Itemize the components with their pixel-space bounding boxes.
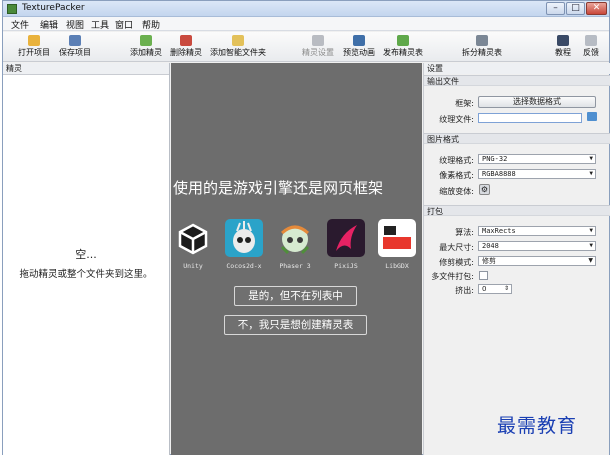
publish-sprite-sheet-button[interactable]: 发布精灵表: [381, 34, 425, 60]
close-button[interactable]: ✕: [586, 2, 607, 15]
add-smart-folder-icon: [232, 35, 244, 46]
framework-label: 框架:: [455, 99, 474, 108]
empty-hint: 拖动精灵或整个文件夹到这里。: [19, 269, 153, 280]
feedback-button[interactable]: 反馈: [579, 34, 603, 60]
answer-no-just-sprite-sheet-button[interactable]: 不，我只是想创建精灵表: [224, 315, 367, 335]
engine-pixijs[interactable]: PixiJS: [326, 219, 366, 270]
browse-folder-icon[interactable]: [587, 112, 597, 121]
chevron-down-icon: ▼: [588, 257, 593, 264]
menu-view[interactable]: 视图: [66, 18, 84, 31]
chevron-down-icon: ▼: [589, 155, 593, 162]
empty-title: 空...: [75, 248, 97, 261]
scale-variants-label: 缩放变体:: [439, 187, 474, 196]
watermark-logo: 最需教育: [497, 415, 578, 437]
engine-cocos2d-x[interactable]: Cocos2d-x: [224, 219, 264, 270]
spinner-arrows-icon: ⇕: [503, 285, 509, 292]
texture-file-label: 纹理文件:: [439, 115, 474, 124]
menu-file[interactable]: 文件: [11, 18, 29, 31]
menu-bar: 文件 编辑 视图 工具 窗口 帮助: [3, 17, 609, 31]
gear-icon[interactable]: ⚙: [479, 184, 490, 195]
maximize-button[interactable]: □: [566, 2, 585, 15]
preview-animation-button[interactable]: 预览动画: [342, 34, 376, 60]
split-sheet-icon: [476, 35, 488, 46]
app-icon: [7, 4, 17, 14]
extrude-spinbox[interactable]: 0 ⇕: [478, 284, 512, 294]
choose-data-format-button[interactable]: 选择数据格式: [478, 96, 596, 108]
minimize-button[interactable]: –: [546, 2, 565, 15]
add-sprite-icon: [140, 35, 152, 46]
engine-unity[interactable]: Unity: [173, 219, 213, 270]
engine-libgdx[interactable]: LibGDX: [377, 219, 417, 270]
menu-window[interactable]: 窗口: [115, 18, 133, 31]
trim-mode-select[interactable]: 修剪 ▼: [478, 256, 596, 266]
pixel-format-select[interactable]: RGBA8888 ▼: [478, 169, 596, 179]
window-title: TexturePacker: [22, 3, 85, 13]
toolbar: 打开项目 保存项目 添加精灵 删除精灵 添加智能文件夹 精灵设置 预览动画 发布…: [3, 32, 609, 62]
image-format-header[interactable]: 图片格式: [424, 133, 610, 144]
engine-question: 使用的是游戏引擎还是网页框架: [173, 179, 384, 197]
unity-logo-icon: [178, 223, 208, 255]
multipack-checkbox[interactable]: [479, 271, 488, 280]
menu-help[interactable]: 帮助: [142, 18, 160, 31]
output-files-header[interactable]: 输出文件: [424, 75, 610, 86]
texture-format-select[interactable]: PNG-32 ▼: [478, 154, 596, 164]
answer-yes-not-listed-button[interactable]: 是的，但不在列表中: [234, 286, 357, 306]
tutorial-icon: [557, 35, 569, 46]
title-bar: TexturePacker – □ ✕: [3, 1, 609, 17]
menu-tools[interactable]: 工具: [91, 18, 109, 31]
remove-sprites-button[interactable]: 删除精灵: [169, 34, 203, 60]
split-sprite-sheet-button[interactable]: 拆分精灵表: [460, 34, 504, 60]
tutorial-button[interactable]: 教程: [552, 34, 574, 60]
menu-edit[interactable]: 编辑: [40, 18, 58, 31]
sprites-panel-header: 精灵: [3, 63, 169, 75]
add-sprites-button[interactable]: 添加精灵: [129, 34, 163, 60]
chevron-down-icon: ▼: [589, 227, 593, 234]
sprite-settings-button[interactable]: 精灵设置: [301, 34, 335, 60]
app-window: TexturePacker – □ ✕ 文件 编辑 视图 工具 窗口 帮助 打开…: [2, 0, 610, 455]
texture-file-input[interactable]: [478, 113, 582, 123]
texture-format-label: 纹理格式:: [439, 156, 474, 165]
pixijs-logo-icon: [327, 219, 365, 257]
pixel-format-label: 像素格式:: [439, 171, 474, 180]
packing-header[interactable]: 打包: [424, 205, 610, 216]
preview-animation-icon: [353, 35, 365, 46]
extrude-label: 挤出:: [455, 286, 474, 295]
phaser-logo-icon: [280, 225, 310, 255]
settings-panel: 设置 输出文件 框架: 选择数据格式 纹理文件: 图片格式 纹理格式: PNG-…: [423, 63, 610, 455]
save-project-button[interactable]: 保存项目: [58, 34, 92, 60]
multipack-label: 多文件打包:: [431, 272, 474, 281]
delete-sprite-icon: [180, 35, 192, 46]
engine-phaser-3[interactable]: Phaser 3: [275, 219, 315, 270]
chevron-down-icon: ▼: [589, 242, 593, 249]
algorithm-select[interactable]: MaxRects ▼: [478, 226, 596, 236]
sprites-panel[interactable]: 精灵 空... 拖动精灵或整个文件夹到这里。: [3, 63, 170, 455]
settings-title: 设置: [424, 63, 610, 74]
trim-mode-label: 修剪模式:: [439, 258, 474, 267]
feedback-icon: [585, 35, 597, 46]
open-project-button[interactable]: 打开项目: [17, 34, 51, 60]
algorithm-label: 算法:: [455, 228, 474, 237]
libgdx-logo-icon: [378, 219, 416, 257]
chevron-down-icon: ▼: [589, 170, 593, 177]
save-icon: [69, 35, 81, 46]
max-size-label: 最大尺寸:: [439, 243, 474, 252]
canvas-area: 使用的是游戏引擎还是网页框架 Unity Cocos2d-x Phaser 3 …: [171, 63, 422, 455]
max-size-select[interactable]: 2048 ▼: [478, 241, 596, 251]
add-smart-folder-button[interactable]: 添加智能文件夹: [210, 34, 266, 60]
folder-open-icon: [28, 35, 40, 46]
publish-icon: [397, 35, 409, 46]
cocos2d-x-logo-icon: [225, 219, 263, 257]
sprite-settings-icon: [312, 35, 324, 46]
